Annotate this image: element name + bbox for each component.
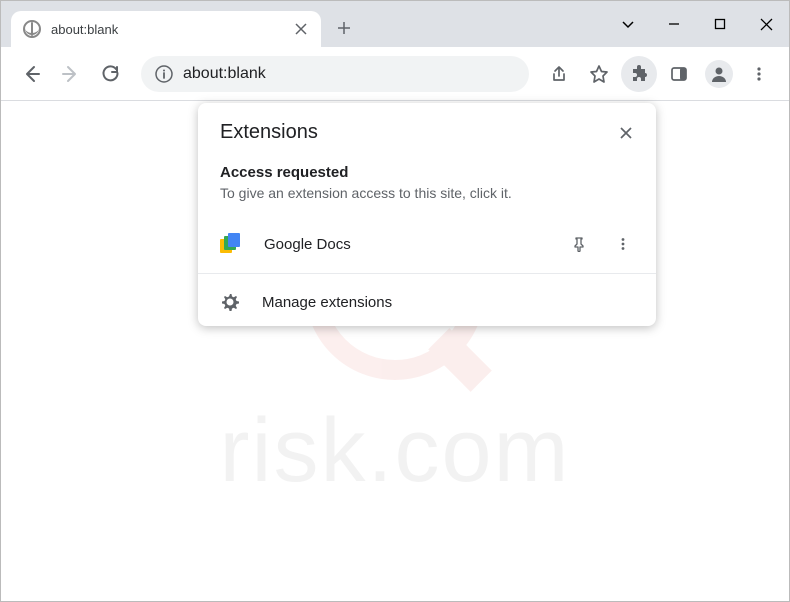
titlebar: about:blank [1,1,789,47]
side-panel-button[interactable] [661,56,697,92]
manage-extensions-button[interactable]: Manage extensions [198,278,656,326]
divider [198,273,656,274]
chevron-down-icon[interactable] [605,1,651,47]
popup-title: Extensions [220,121,634,144]
forward-button[interactable] [53,56,89,92]
maximize-button[interactable] [697,1,743,47]
tab-title: about:blank [51,22,283,37]
watermark-text: risk.com [220,400,571,503]
window-controls [605,1,789,47]
extension-item[interactable]: Google Docs [198,219,656,269]
close-tab-button[interactable] [293,21,309,37]
tab-strip: about:blank [1,1,359,47]
extension-name: Google Docs [264,236,546,253]
extensions-button[interactable] [621,56,657,92]
share-button[interactable] [541,56,577,92]
google-docs-icon [220,233,242,255]
close-window-button[interactable] [743,1,789,47]
manage-extensions-label: Manage extensions [262,294,634,311]
section-description: To give an extension access to this site… [220,185,634,201]
page-content: risk.com Extensions Access requested To … [1,101,789,601]
access-requested-section: Access requested To give an extension ac… [198,158,656,219]
minimize-button[interactable] [651,1,697,47]
extension-menu-button[interactable] [612,237,634,251]
bookmark-button[interactable] [581,56,617,92]
toolbar: about:blank [1,47,789,101]
url-text: about:blank [183,65,266,83]
close-popup-button[interactable] [612,119,640,147]
extensions-popup: Extensions Access requested To give an e… [198,103,656,326]
new-tab-button[interactable] [329,13,359,43]
avatar-icon [705,60,733,88]
popup-header: Extensions [198,103,656,158]
info-icon[interactable] [155,65,173,83]
back-button[interactable] [13,56,49,92]
gear-icon [220,292,240,312]
menu-button[interactable] [741,56,777,92]
section-heading: Access requested [220,164,634,181]
globe-favicon-icon [23,20,41,38]
profile-button[interactable] [701,56,737,92]
reload-button[interactable] [93,56,129,92]
browser-tab[interactable]: about:blank [11,11,321,47]
address-bar[interactable]: about:blank [141,56,529,92]
pin-extension-button[interactable] [568,236,590,252]
